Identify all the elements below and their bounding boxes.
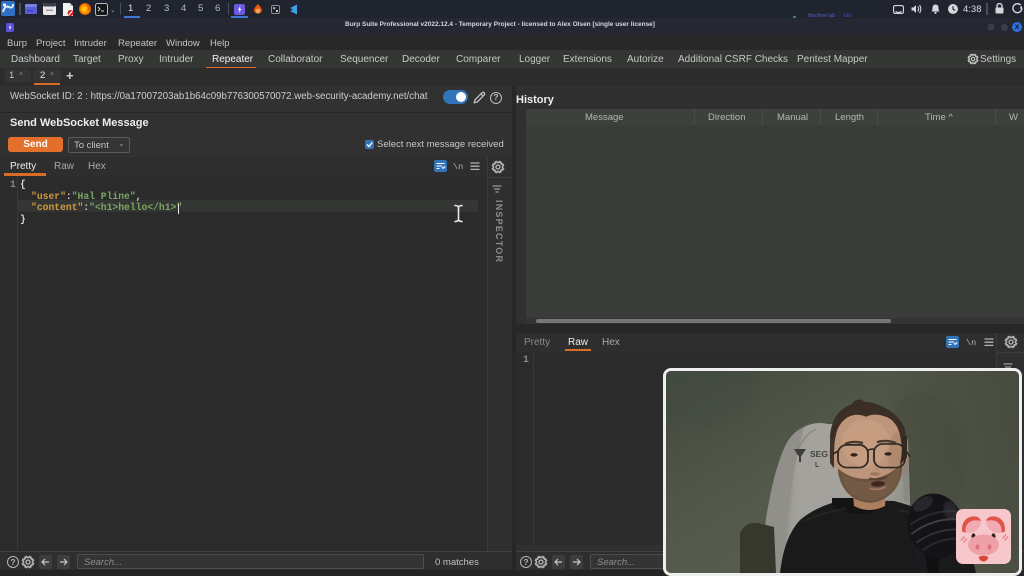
svg-text:L: L [815,462,820,469]
svg-text:SEG: SEG [810,449,828,459]
